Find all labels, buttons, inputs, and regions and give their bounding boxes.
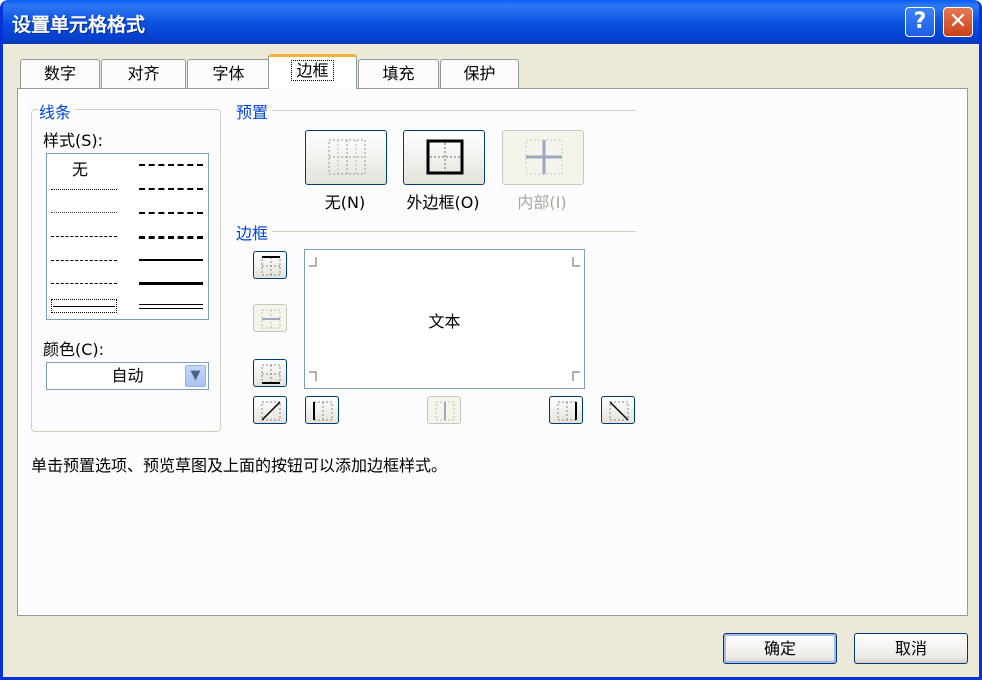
color-select-value: 自动 xyxy=(111,366,144,385)
style-thick[interactable] xyxy=(139,282,203,285)
hint-text: 单击预置选项、预览草图及上面的按钮可以添加边框样式。 xyxy=(31,456,448,475)
style-none-option[interactable]: 无 xyxy=(72,156,88,180)
style-label: 样式(S): xyxy=(43,131,104,150)
border-right-button[interactable] xyxy=(549,396,583,424)
ok-button[interactable]: 确定 xyxy=(723,633,837,664)
style-dashed[interactable] xyxy=(51,283,117,284)
style-dash-dot[interactable] xyxy=(51,260,117,261)
tab-label: 数字 xyxy=(43,64,76,83)
tab-font[interactable]: 字体 xyxy=(187,59,270,89)
style-medium-dash-dot-dot[interactable] xyxy=(139,164,203,166)
preset-outline-label: 外边框(O) xyxy=(406,193,480,212)
chevron-down-icon[interactable]: ▼ xyxy=(185,365,206,387)
preset-none-icon xyxy=(328,139,366,175)
tab-label: 边框 xyxy=(291,60,334,81)
tab-protection[interactable]: 保护 xyxy=(440,59,519,89)
preset-outline-icon xyxy=(426,139,464,175)
line-style-list[interactable]: 无 xyxy=(46,153,209,320)
color-label: 颜色(C): xyxy=(43,340,105,359)
border-top-icon xyxy=(261,256,281,276)
style-hair[interactable] xyxy=(51,189,117,190)
border-preview[interactable]: 文本 xyxy=(304,249,585,389)
border-left-icon xyxy=(313,401,333,421)
border-diagonal-up-button[interactable] xyxy=(253,396,287,424)
border-top-button[interactable] xyxy=(253,251,287,279)
preset-outline-button[interactable] xyxy=(403,130,485,185)
border-bottom-button[interactable] xyxy=(253,359,287,387)
help-button[interactable]: ? xyxy=(905,7,935,37)
border-bottom-icon xyxy=(261,364,281,384)
tab-border[interactable]: 边框 xyxy=(268,54,357,89)
border-separator xyxy=(238,231,636,232)
tab-fill[interactable]: 填充 xyxy=(358,59,439,89)
preview-text: 文本 xyxy=(428,312,461,331)
preset-inside-button[interactable] xyxy=(502,130,584,185)
dialog-title: 设置单元格格式 xyxy=(12,14,146,36)
line-group-title: 线条 xyxy=(39,99,76,123)
border-diagonal-down-button[interactable] xyxy=(601,396,635,424)
tab-alignment[interactable]: 对齐 xyxy=(101,59,186,89)
close-button[interactable]: ✕ xyxy=(943,7,973,37)
preset-none-button[interactable] xyxy=(305,130,387,185)
tab-label: 填充 xyxy=(382,64,415,83)
diagonal-up-icon xyxy=(261,401,281,421)
border-group-title: 边框 xyxy=(236,220,273,244)
title-bar[interactable]: 设置单元格格式 ? ✕ xyxy=(3,0,979,44)
presets-separator xyxy=(238,110,636,111)
style-medium-dash-dot[interactable] xyxy=(139,212,203,214)
style-dotted[interactable] xyxy=(51,212,117,213)
border-inside-vertical-icon xyxy=(435,401,455,421)
tab-label: 保护 xyxy=(463,64,496,83)
preset-inside-label: 内部(I) xyxy=(517,193,567,212)
diagonal-down-icon xyxy=(609,401,629,421)
cancel-button[interactable]: 取消 xyxy=(854,633,968,664)
border-inside-horizontal-icon xyxy=(261,309,281,329)
border-left-button[interactable] xyxy=(305,396,339,424)
border-inside-vertical-button[interactable] xyxy=(427,396,461,424)
tab-number[interactable]: 数字 xyxy=(20,59,100,89)
style-medium-dashed[interactable] xyxy=(139,236,203,239)
tab-label: 字体 xyxy=(212,64,245,83)
style-double[interactable] xyxy=(139,304,203,309)
border-right-icon xyxy=(557,401,577,421)
preset-inside-icon xyxy=(525,139,563,175)
preset-none-label: 无(N) xyxy=(324,193,366,212)
style-medium[interactable] xyxy=(139,259,203,261)
style-thin xyxy=(53,306,115,307)
color-select[interactable]: 自动 ▼ xyxy=(46,362,209,390)
tab-label: 对齐 xyxy=(127,64,160,83)
presets-group-title: 预置 xyxy=(236,99,273,123)
border-inside-horizontal-button[interactable] xyxy=(253,304,287,332)
style-dash-dot-dot[interactable] xyxy=(51,236,117,237)
format-cells-dialog: 设置单元格格式 ? ✕ 数字 对齐 字体 边框 填充 保护 线条 样式(S): … xyxy=(0,0,982,680)
style-slant-dash-dot[interactable] xyxy=(139,188,203,190)
